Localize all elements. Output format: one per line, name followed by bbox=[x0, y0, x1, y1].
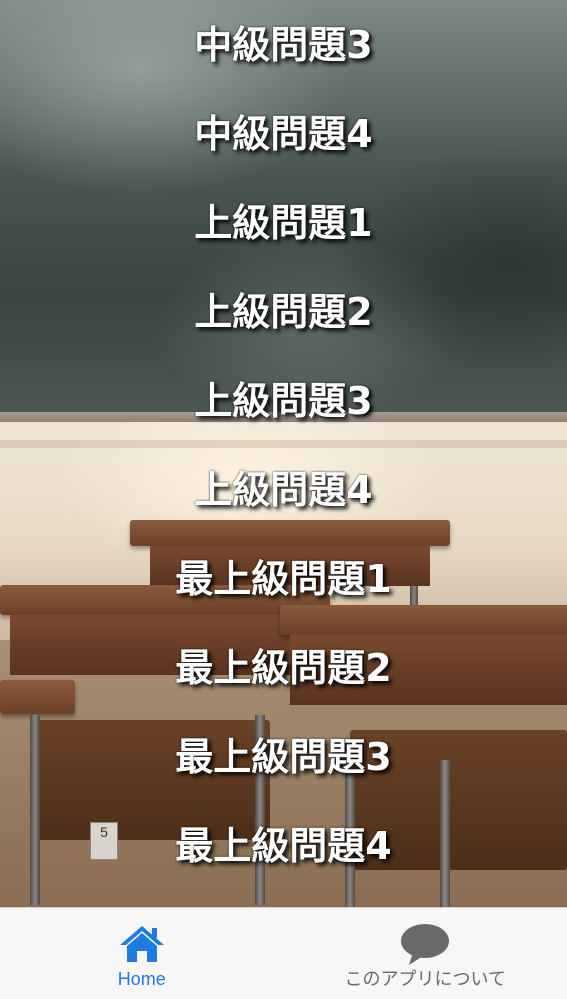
menu-item-advanced-4[interactable]: 上級問題4 bbox=[0, 451, 567, 521]
menu-item-advanced-3[interactable]: 上級問題3 bbox=[0, 362, 567, 432]
menu-item-intermediate-4[interactable]: 中級問題4 bbox=[0, 95, 567, 165]
menu-item-expert-1[interactable]: 最上級問題1 bbox=[0, 540, 567, 610]
bottom-tab-bar: Home このアプリについて bbox=[0, 907, 567, 999]
tab-about-app[interactable]: このアプリについて bbox=[284, 908, 567, 999]
menu-item-expert-2[interactable]: 最上級問題2 bbox=[0, 629, 567, 699]
tab-home-label: Home bbox=[117, 969, 166, 989]
tab-about-app-label: このアプリについて bbox=[344, 969, 506, 989]
menu-item-intermediate-3[interactable]: 中級問題3 bbox=[0, 6, 567, 76]
problem-menu-list: 中級問題3 中級問題4 上級問題1 上級問題2 上級問題3 上級問題4 最上級問… bbox=[0, 0, 567, 908]
speech-bubble-icon bbox=[399, 922, 451, 966]
tab-home[interactable]: Home bbox=[0, 908, 284, 999]
menu-item-advanced-2[interactable]: 上級問題2 bbox=[0, 273, 567, 343]
menu-item-expert-4[interactable]: 最上級問題4 bbox=[0, 807, 567, 877]
menu-item-expert-3[interactable]: 最上級問題3 bbox=[0, 718, 567, 788]
menu-item-advanced-1[interactable]: 上級問題1 bbox=[0, 184, 567, 254]
home-icon bbox=[116, 922, 168, 966]
app-screen: 5 中級問題3 中級問題4 上級問題1 上級問題2 上級問題3 上級問題4 最上… bbox=[0, 0, 567, 999]
